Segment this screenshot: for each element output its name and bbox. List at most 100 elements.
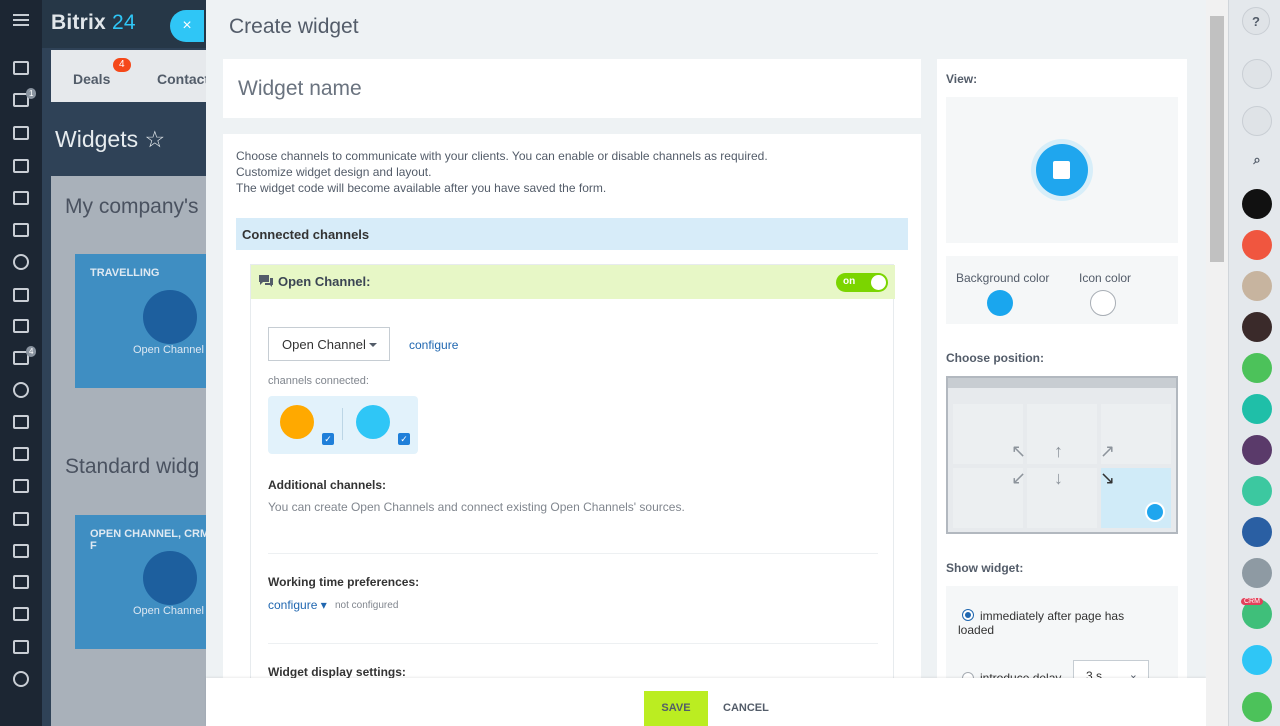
widget-preview bbox=[946, 97, 1178, 243]
video-call-icon[interactable] bbox=[1242, 353, 1272, 383]
open-channel-toggle[interactable]: on bbox=[836, 273, 888, 292]
deals-badge: 4 bbox=[113, 58, 131, 72]
tab-contacts[interactable]: Contact bbox=[157, 71, 209, 87]
position-picker: ↖ ↑ ↗ ↙ ↓ ↘ bbox=[946, 376, 1178, 534]
video-call-icon[interactable] bbox=[1242, 394, 1272, 424]
filter-badge: 4 bbox=[26, 346, 37, 357]
avatar[interactable] bbox=[1242, 271, 1272, 301]
card-sub: Open Channel bbox=[133, 344, 204, 356]
contact-center-icon[interactable] bbox=[1242, 645, 1272, 675]
chat-icon bbox=[143, 551, 197, 605]
divider bbox=[268, 553, 878, 554]
chat-channel-icon[interactable] bbox=[280, 405, 314, 439]
right-sidebar: ? ⌕ CRM bbox=[1228, 0, 1280, 726]
widget-name-input[interactable] bbox=[223, 59, 921, 118]
menu-icon[interactable] bbox=[13, 14, 29, 29]
feed-icon[interactable] bbox=[13, 61, 29, 75]
open-channel-title: Open Channel: bbox=[278, 274, 371, 289]
settings-card: Choose channels to communicate with your… bbox=[223, 134, 921, 694]
scrollbar-thumb[interactable] bbox=[1210, 16, 1224, 262]
working-time-status: not configured bbox=[335, 600, 399, 611]
left-sidebar: 1 4 bbox=[0, 0, 42, 726]
contacts-icon[interactable] bbox=[13, 191, 29, 205]
hotel-icon[interactable] bbox=[13, 479, 29, 493]
select-value: Open Channel bbox=[282, 337, 366, 352]
target-icon[interactable] bbox=[13, 382, 29, 398]
video-icon[interactable] bbox=[13, 223, 29, 237]
mail-icon[interactable] bbox=[13, 288, 29, 302]
phone-icon bbox=[1145, 502, 1165, 522]
search-icon[interactable]: ⌕ bbox=[1242, 146, 1272, 176]
open-channel-box: Open Channel: on Open Channel configure … bbox=[250, 264, 895, 694]
clock-icon[interactable] bbox=[13, 254, 29, 270]
phone-icon[interactable] bbox=[1242, 692, 1272, 722]
group-chat-icon[interactable] bbox=[1242, 517, 1272, 547]
crm-tabs: Deals 4 Contact bbox=[51, 50, 211, 102]
arrow-down-icon: ↓ bbox=[1054, 468, 1063, 488]
cancel-button[interactable]: CANCEL bbox=[723, 702, 769, 714]
connected-channels-header: Connected channels bbox=[236, 218, 908, 250]
store-icon[interactable] bbox=[13, 544, 29, 558]
card-label: OPEN CHANNEL, CRM F bbox=[90, 528, 210, 552]
widget-preview-card: View: Background color Icon color Choose… bbox=[937, 59, 1187, 699]
apps-icon[interactable] bbox=[13, 447, 29, 461]
open-channel-select[interactable]: Open Channel bbox=[268, 327, 390, 361]
bg-color-swatch[interactable] bbox=[987, 290, 1013, 316]
icon-color-swatch[interactable] bbox=[1090, 290, 1116, 316]
chevron-down-icon bbox=[369, 343, 377, 347]
icon-color-label: Icon color bbox=[1079, 271, 1132, 285]
additional-channels-title: Additional channels: bbox=[268, 478, 387, 492]
avatar[interactable] bbox=[1242, 435, 1272, 465]
browser-bar bbox=[948, 378, 1176, 388]
close-slider-button[interactable]: × bbox=[170, 10, 204, 42]
toggle-label: on bbox=[843, 276, 856, 287]
help-icon[interactable]: ? bbox=[1242, 7, 1270, 35]
more-icon[interactable] bbox=[13, 671, 29, 687]
arrow-down-right-icon: ↘ bbox=[1100, 468, 1116, 488]
page-title: Widgets ☆ bbox=[55, 126, 166, 152]
cloud-icon[interactable] bbox=[1242, 476, 1272, 506]
intro-line: Customize widget design and layout. bbox=[236, 165, 432, 179]
bg-color-label: Background color bbox=[956, 271, 1050, 285]
planner-icon[interactable] bbox=[13, 607, 29, 621]
chat-icon[interactable] bbox=[13, 126, 29, 140]
divider bbox=[342, 408, 343, 440]
divider bbox=[268, 643, 878, 644]
checkbox-chat-channel[interactable]: ✓ bbox=[322, 433, 334, 445]
scrollbar[interactable] bbox=[1206, 0, 1228, 726]
widget-card-travelling[interactable]: TRAVELLING Open Channel bbox=[75, 254, 215, 388]
arrow-up-left-icon: ↖ bbox=[1011, 441, 1027, 461]
tasks-badge: 1 bbox=[26, 88, 37, 99]
team-icon[interactable] bbox=[13, 159, 29, 173]
notifications-icon[interactable] bbox=[1242, 59, 1272, 89]
connected-channels-list: ✓ ✓ bbox=[268, 396, 418, 454]
crm-badge: CRM bbox=[1241, 598, 1263, 605]
intro-line: The widget code will become available af… bbox=[236, 181, 607, 195]
avatar[interactable] bbox=[1242, 558, 1272, 588]
section-standard: Standard widg bbox=[65, 455, 200, 478]
widget-card-standard[interactable]: OPEN CHANNEL, CRM F Open Channel bbox=[75, 515, 215, 649]
messages-icon[interactable] bbox=[1242, 106, 1272, 136]
toggle-knob bbox=[871, 275, 886, 290]
phone-icon[interactable] bbox=[13, 512, 29, 526]
calendar-icon[interactable] bbox=[13, 319, 29, 333]
section-my-company: My company's bbox=[65, 195, 199, 218]
save-button[interactable]: SAVE bbox=[644, 691, 708, 726]
card-label: TRAVELLING bbox=[90, 267, 160, 279]
arrow-up-icon: ↑ bbox=[1054, 441, 1063, 461]
document-icon[interactable] bbox=[13, 575, 29, 589]
logo[interactable]: Bitrix 24 bbox=[51, 11, 136, 35]
choose-position-label: Choose position: bbox=[946, 351, 1044, 365]
working-time-configure[interactable]: configure ▾ bbox=[268, 598, 327, 612]
lock-icon[interactable] bbox=[1242, 230, 1272, 260]
intro-text: Choose channels to communicate with your… bbox=[236, 148, 768, 196]
tab-deals[interactable]: Deals bbox=[73, 71, 110, 87]
avatar[interactable] bbox=[1242, 189, 1272, 219]
sync-icon[interactable] bbox=[13, 640, 29, 654]
avatar[interactable] bbox=[1242, 312, 1272, 342]
checkbox-cloud-channel[interactable]: ✓ bbox=[398, 433, 410, 445]
cart-icon[interactable] bbox=[13, 415, 29, 429]
working-time-title: Working time preferences: bbox=[268, 575, 420, 589]
configure-link[interactable]: configure bbox=[409, 338, 458, 352]
cloud-channel-icon[interactable] bbox=[356, 405, 390, 439]
